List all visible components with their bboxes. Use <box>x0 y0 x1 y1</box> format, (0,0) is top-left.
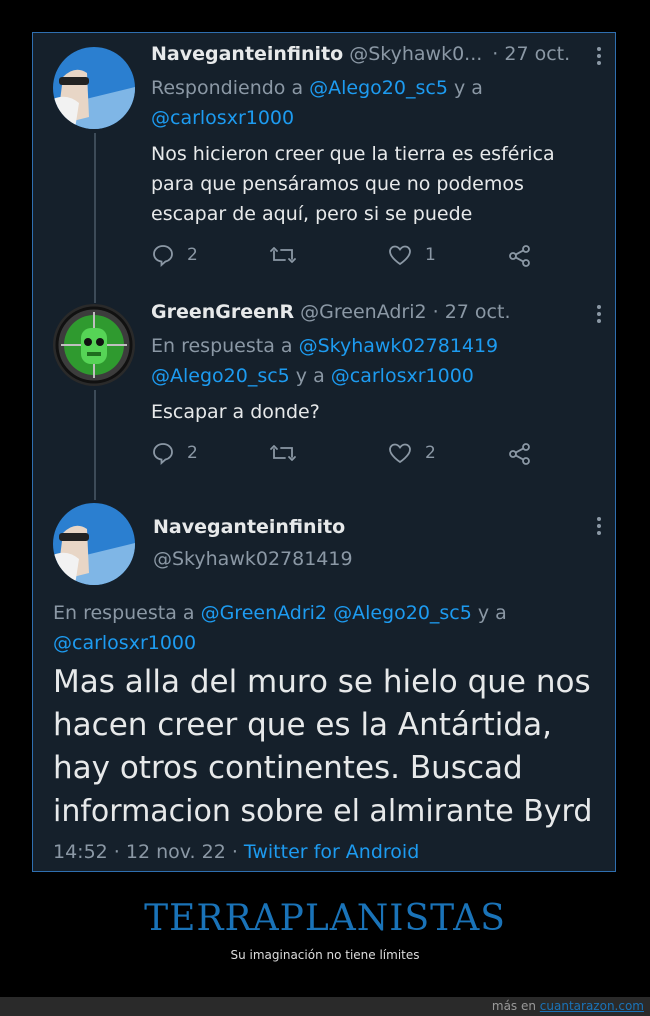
handle-row: @Skyhawk02781419 <box>153 548 353 570</box>
tweet-text-line: escapar de aquí, pero si se puede <box>151 203 473 225</box>
tweet-actions: 2 1 <box>151 243 591 271</box>
reply-context: En respuesta a @Skyhawk02781419 @Alego20… <box>151 331 601 391</box>
tweet-timestamp[interactable]: 14:52 · 12 nov. 22 · <box>53 841 244 863</box>
reply-button[interactable]: 2 <box>151 441 198 465</box>
share-button[interactable] <box>507 441 545 467</box>
site-link[interactable]: cuantarazon.com <box>540 999 644 1013</box>
avatar[interactable] <box>53 47 135 129</box>
like-button[interactable]: 1 <box>387 243 436 267</box>
tweet-actions: 2 2 <box>151 441 591 469</box>
retweet-icon <box>270 445 296 461</box>
mention-link[interactable]: @carlosxr1000 <box>53 632 196 654</box>
mention-link[interactable]: @Alego20_sc5 <box>309 77 448 99</box>
like-count: 2 <box>425 443 436 463</box>
tweet-date[interactable]: · 27 oct. <box>492 43 570 65</box>
avatar[interactable] <box>53 503 135 585</box>
tweet-header: Naveganteinfinito <box>153 516 345 538</box>
avatar[interactable] <box>53 304 135 386</box>
reply-count: 2 <box>187 443 198 463</box>
tweet-text-line: hacen creer que es la Antártida, <box>53 707 552 743</box>
tweet-text-line: hay otros continentes. Buscad <box>53 750 523 786</box>
display-name[interactable]: GreenGreenR <box>151 301 294 323</box>
mention-link[interactable]: @Alego20_sc5 <box>333 602 472 624</box>
mention-link[interactable]: @carlosxr1000 <box>331 365 474 387</box>
reply-count: 2 <box>187 245 198 265</box>
retweet-icon <box>270 247 296 263</box>
tweet-thread-screenshot: Naveganteinfinito @Skyhawk0... · 27 oct.… <box>32 32 616 872</box>
tweet-text-line: Nos hicieron creer que la tierra es esfé… <box>151 143 555 165</box>
reply-join: y a <box>289 365 331 387</box>
tweet-text: Escapar a donde? <box>151 397 601 427</box>
share-icon <box>509 245 530 267</box>
heart-icon <box>389 443 411 464</box>
tweet-meta: 14:52 · 12 nov. 22 · Twitter for Android <box>53 841 419 863</box>
thread-line <box>94 390 96 500</box>
mention-link[interactable]: @Skyhawk02781419 <box>299 335 499 357</box>
caption-title: TERRAPLANISTAS <box>144 898 506 939</box>
display-name[interactable]: Naveganteinfinito <box>151 43 343 65</box>
tweet-header: GreenGreenR @GreenAdri2 · 27 oct. <box>151 301 510 323</box>
footer-text: más en cuantarazon.com <box>492 999 644 1013</box>
like-count: 1 <box>425 245 436 265</box>
more-options-icon[interactable] <box>595 517 603 539</box>
thread-line <box>94 133 96 303</box>
user-handle[interactable]: @GreenAdri2 <box>300 301 426 323</box>
tweet-header: Naveganteinfinito @Skyhawk0... · 27 oct. <box>151 43 570 65</box>
tweet-text: Nos hicieron creer que la tierra es esfé… <box>151 139 601 229</box>
like-button[interactable]: 2 <box>387 441 436 465</box>
tweet-text-line: informacion sobre el almirante Byrd <box>53 794 593 829</box>
reply-prefix: En respuesta a <box>53 602 201 624</box>
reply-icon <box>153 245 173 267</box>
heart-icon <box>389 245 411 266</box>
more-options-icon[interactable] <box>595 305 603 327</box>
mention-link[interactable]: @carlosxr1000 <box>151 107 294 129</box>
user-handle[interactable]: @Skyhawk02781419 <box>153 548 353 570</box>
tweet-date[interactable]: · 27 oct. <box>433 301 511 323</box>
retweet-button[interactable] <box>269 243 309 267</box>
reply-context: En respuesta a @GreenAdri2 @Alego20_sc5 … <box>53 598 603 658</box>
reply-prefix: En respuesta a <box>151 335 299 357</box>
main-tweet-text: Mas alla del muro se hielo que nos hacen… <box>53 661 603 833</box>
tweet-text-line: Mas alla del muro se hielo que nos <box>53 664 591 700</box>
retweet-button[interactable] <box>269 441 309 465</box>
mention-link[interactable]: @Alego20_sc5 <box>151 365 290 387</box>
tweet-text-line: Escapar a donde? <box>151 401 320 423</box>
share-icon <box>509 443 530 465</box>
tweet-source[interactable]: Twitter for Android <box>244 841 419 863</box>
reply-context: Respondiendo a @Alego20_sc5 y a @carlosx… <box>151 73 591 133</box>
caption-subtitle: Su imaginación no tiene límites <box>230 948 420 962</box>
reply-button[interactable]: 2 <box>151 243 198 267</box>
user-handle[interactable]: @Skyhawk0... <box>349 43 482 65</box>
share-button[interactable] <box>507 243 545 269</box>
reply-prefix: Respondiendo a <box>151 77 310 99</box>
more-options-icon[interactable] <box>595 47 603 69</box>
display-name[interactable]: Naveganteinfinito <box>153 516 345 538</box>
reply-join: y a <box>447 77 483 99</box>
reply-join: y a <box>471 602 507 624</box>
reply-icon <box>153 443 173 465</box>
tweet-text-line: para que pensáramos que no podemos <box>151 173 524 195</box>
mention-link[interactable]: @GreenAdri2 <box>201 602 327 624</box>
footer-bar: más en cuantarazon.com <box>0 997 650 1016</box>
footer-prefix: más en <box>491 999 540 1013</box>
